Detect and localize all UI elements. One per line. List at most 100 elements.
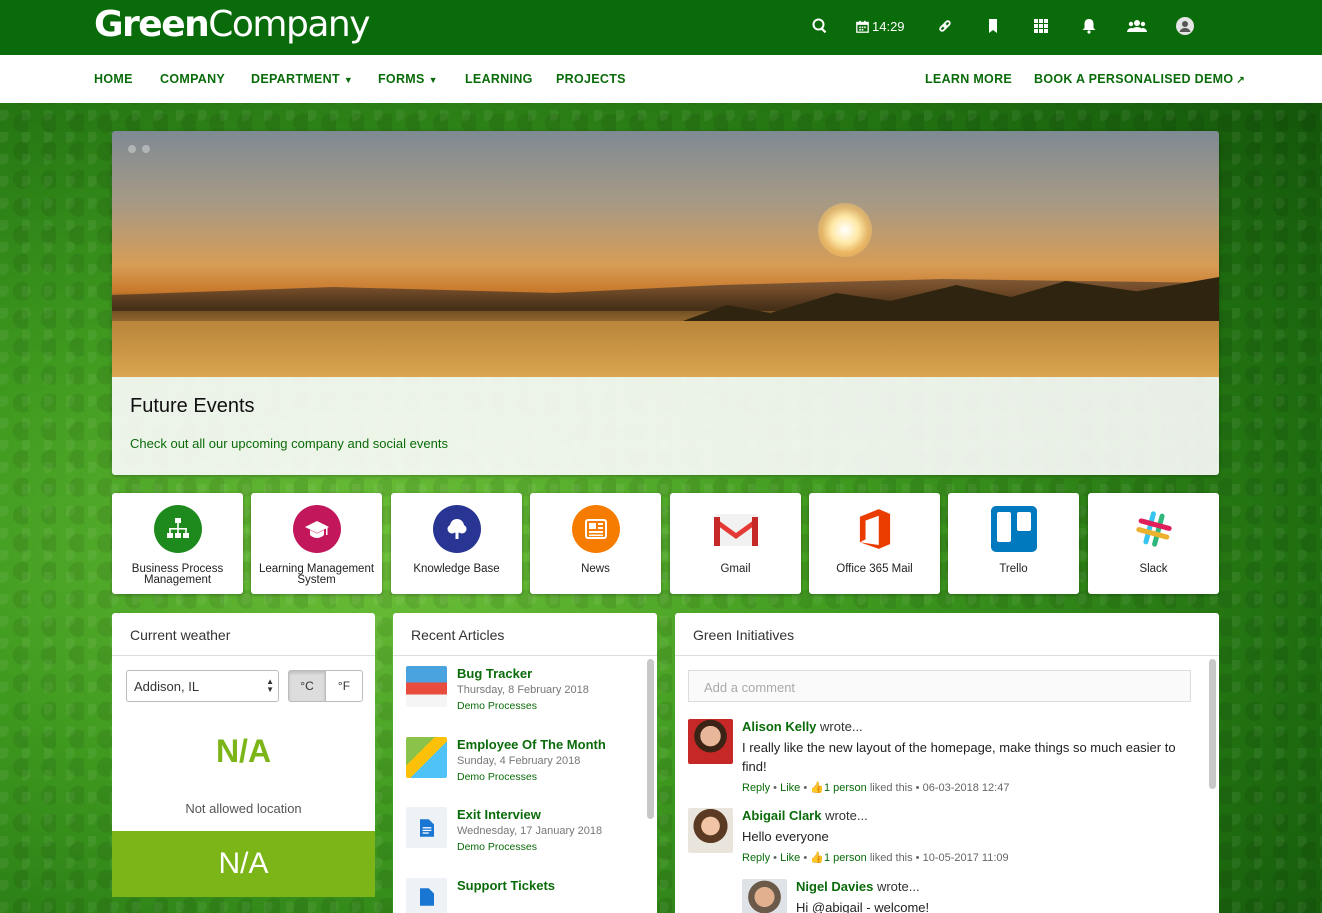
- app-tile-label: Office 365 Mail: [836, 563, 913, 575]
- clock[interactable]: 14:29: [856, 19, 905, 34]
- comment-timestamp: 10-05-2017 11:09: [922, 852, 1009, 864]
- external-link-icon: ↗: [1236, 75, 1246, 86]
- document-icon: [406, 878, 447, 913]
- link-icon[interactable]: [933, 14, 957, 38]
- app-tile-gmail[interactable]: Gmail: [670, 493, 801, 594]
- hero-caption: Future Events Check out all our upcoming…: [112, 377, 1219, 475]
- app-tile-trello[interactable]: Trello: [948, 493, 1079, 594]
- fahrenheit-toggle[interactable]: °F: [325, 670, 363, 702]
- comment-author[interactable]: Alison Kelly: [742, 719, 816, 734]
- app-tile-office365[interactable]: Office 365 Mail: [809, 493, 940, 594]
- trello-icon: [990, 505, 1038, 553]
- article-category[interactable]: Demo Processes: [457, 700, 537, 712]
- like-count[interactable]: 1 person: [824, 852, 867, 864]
- nav-forms-label: FORMS: [378, 72, 425, 86]
- comment-timestamp: 06-03-2018 12:47: [922, 782, 1010, 794]
- app-tile-label: Learning Management System: [258, 563, 375, 586]
- reply-link[interactable]: Reply: [742, 852, 770, 864]
- comment-author-line: Nigel Davies wrote...: [796, 879, 920, 894]
- comment-author[interactable]: Nigel Davies: [796, 879, 873, 894]
- nav-forms[interactable]: FORMS ▼: [378, 72, 438, 86]
- weather-band-value: N/A: [112, 831, 375, 897]
- people-icon[interactable]: [1125, 14, 1149, 38]
- process-flow-icon: [154, 505, 202, 553]
- comment-author-line: Alison Kelly wrote...: [742, 719, 863, 734]
- hero-subtitle[interactable]: Check out all our upcoming company and s…: [130, 436, 448, 451]
- comment-text: Hello everyone: [742, 829, 829, 844]
- article-date: Sunday, 4 February 2018: [457, 755, 581, 767]
- celsius-toggle[interactable]: °C: [288, 670, 326, 702]
- office365-icon: [851, 505, 899, 553]
- tree-icon: [433, 505, 481, 553]
- article-title[interactable]: Bug Tracker: [457, 666, 532, 681]
- thumbs-up-icon: 👍: [810, 852, 824, 864]
- nav-book-demo[interactable]: BOOK A PERSONALISED DEMO ↗: [1034, 72, 1245, 86]
- article-title[interactable]: Employee Of The Month: [457, 737, 606, 752]
- carousel-dot[interactable]: [128, 145, 136, 153]
- chevron-down-icon: ▼: [343, 75, 354, 85]
- newspaper-icon: [572, 505, 620, 553]
- bell-icon[interactable]: [1077, 14, 1101, 38]
- app-tile-knowledge-base[interactable]: Knowledge Base: [391, 493, 522, 594]
- like-link[interactable]: Like: [780, 852, 800, 864]
- article-date: Thursday, 8 February 2018: [457, 684, 589, 696]
- avatar[interactable]: [688, 808, 733, 853]
- comment-meta: Reply • Like • 👍1 person liked this • 06…: [742, 782, 1010, 794]
- user-icon[interactable]: [1173, 14, 1197, 38]
- search-icon[interactable]: [808, 14, 832, 38]
- article-title[interactable]: Support Tickets: [457, 878, 555, 893]
- avatar[interactable]: [688, 719, 733, 764]
- select-arrows-icon: ▲ ▼: [266, 677, 274, 694]
- hero-title: Future Events: [130, 395, 255, 417]
- weather-panel: Current weather Addison, IL ▲ ▼ °C °F N/A …: [112, 613, 375, 897]
- company-logo[interactable]: GreenCompany: [94, 4, 371, 45]
- article-category[interactable]: Demo Processes: [457, 771, 537, 783]
- location-select[interactable]: Addison, IL ▲ ▼: [126, 670, 279, 702]
- hero-sun: [818, 203, 872, 257]
- nav-projects[interactable]: PROJECTS: [556, 72, 626, 86]
- recent-articles-panel: Recent Articles Bug Tracker Thursday, 8 …: [393, 613, 657, 913]
- green-initiatives-panel: Green Initiatives Add a comment Alison K…: [675, 613, 1219, 913]
- app-tile-news[interactable]: News: [530, 493, 661, 594]
- avatar[interactable]: [742, 879, 787, 913]
- article-title[interactable]: Exit Interview: [457, 807, 541, 822]
- comment-text: I really like the new layout of the home…: [742, 740, 1176, 774]
- carousel-dots[interactable]: [128, 145, 156, 153]
- comment-wrote: wrote...: [876, 879, 920, 894]
- app-tile-slack[interactable]: Slack: [1088, 493, 1219, 594]
- article-category[interactable]: Demo Processes: [457, 841, 537, 853]
- app-tile-bpm[interactable]: Business Process Management: [112, 493, 243, 594]
- app-tile-label: Knowledge Base: [413, 563, 500, 575]
- app-tile-lms[interactable]: Learning Management System: [251, 493, 382, 594]
- comment-meta: Reply • Like • 👍1 person liked this • 10…: [742, 852, 1009, 864]
- bookmark-icon[interactable]: [981, 14, 1005, 38]
- nav-home[interactable]: HOME: [94, 72, 133, 86]
- employee-month-thumbnail: [406, 737, 447, 778]
- nav-department[interactable]: DEPARTMENT ▼: [251, 72, 353, 86]
- comment-author[interactable]: Abigail Clark: [742, 808, 821, 823]
- app-tile-label: Slack: [1139, 563, 1168, 575]
- carousel-dot[interactable]: [142, 145, 150, 153]
- hero-image: [112, 131, 1219, 377]
- liked-suffix: liked this: [869, 852, 913, 864]
- app-tile-label: Trello: [999, 563, 1028, 575]
- liked-suffix: liked this: [869, 782, 913, 794]
- reply-link[interactable]: Reply: [742, 782, 770, 794]
- comment-author-line: Abigail Clark wrote...: [742, 808, 868, 823]
- initiatives-scrollbar[interactable]: [1209, 659, 1216, 789]
- articles-scrollbar[interactable]: [647, 659, 654, 819]
- like-link[interactable]: Like: [780, 782, 800, 794]
- nav-company[interactable]: COMPANY: [160, 72, 225, 86]
- nav-learn-more[interactable]: LEARN MORE: [925, 72, 1012, 86]
- like-count[interactable]: 1 person: [824, 782, 867, 794]
- comment-input[interactable]: Add a comment: [688, 670, 1191, 702]
- comment-wrote: wrote...: [825, 808, 868, 823]
- slack-icon: [1130, 505, 1178, 553]
- apps-grid-icon[interactable]: [1029, 14, 1053, 38]
- top-bar: GreenCompany 14:29: [0, 0, 1322, 55]
- articles-title: Recent Articles: [393, 613, 657, 656]
- hero-carousel[interactable]: Future Events Check out all our upcoming…: [112, 131, 1219, 475]
- nav-learning[interactable]: LEARNING: [465, 72, 533, 86]
- gmail-icon: [712, 505, 760, 553]
- app-tile-label: Business Process Management: [131, 563, 224, 586]
